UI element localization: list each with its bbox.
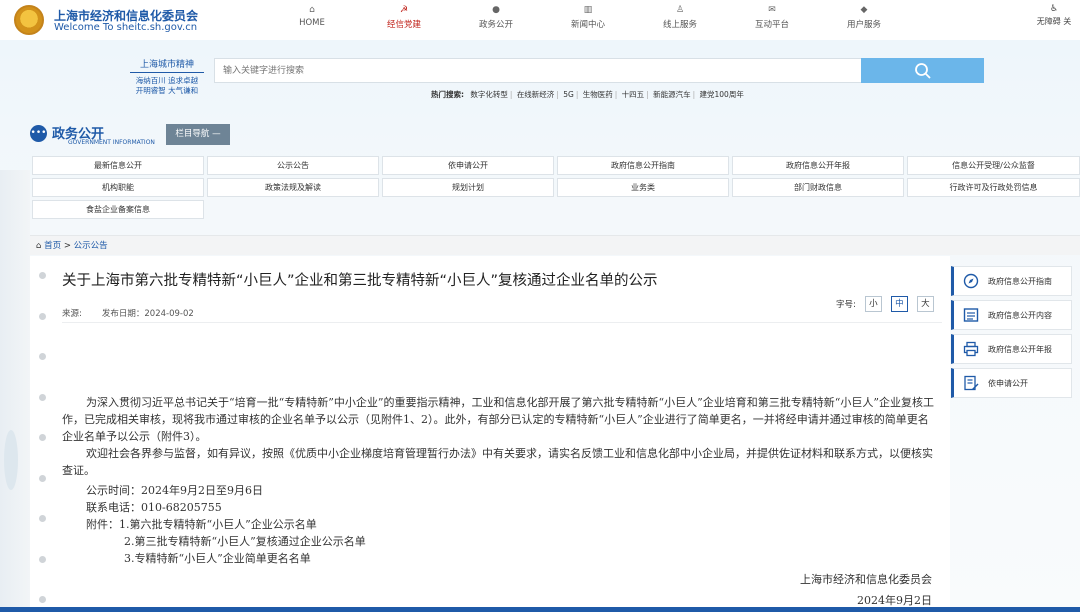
article-source: 来源:: [62, 309, 82, 319]
home-icon: ⌂: [309, 5, 315, 15]
hot-keyword[interactable]: 5G: [563, 90, 574, 99]
grid-link[interactable]: 最新信息公开: [32, 156, 204, 175]
article-date: 发布日期：2024-09-02: [101, 309, 194, 319]
grid-link[interactable]: 公示公告: [207, 156, 379, 175]
signature-date: 2024年9月2日: [857, 594, 932, 607]
rail-dot: [39, 515, 46, 522]
accessibility-icon: ♿: [1049, 4, 1059, 14]
rail-dot: [39, 596, 46, 603]
rail-dot: [39, 434, 46, 441]
hot-keyword[interactable]: 十四五: [622, 90, 645, 99]
hot-keyword[interactable]: 新能源汽车: [653, 90, 691, 99]
divider: [62, 322, 942, 323]
nav-user-service[interactable]: ◆ 用户服务: [818, 0, 910, 40]
nav-interaction[interactable]: ✉ 互动平台: [726, 0, 818, 40]
skyline-decoration: [0, 170, 30, 612]
nav-news[interactable]: ▥ 新闻中心: [542, 0, 634, 40]
nav-party-building[interactable]: ☭ 经信党建: [358, 0, 450, 40]
grid-link[interactable]: 食盐企业备案信息: [32, 200, 204, 219]
search-button[interactable]: [861, 58, 984, 83]
list-icon: [963, 307, 979, 323]
printer-icon: [963, 341, 979, 357]
main-nav: ⌂ HOME ☭ 经信党建 ● 政务公开 ▥ 新闻中心 ♙ 线上服务 ✉ 互动平台 ◆ 用户服…: [266, 0, 910, 40]
site-logo[interactable]: [14, 5, 44, 35]
site-subtitle[interactable]: Welcome To sheitc.sh.gov.cn: [54, 22, 197, 33]
grid-link[interactable]: 政策法规及解读: [207, 178, 379, 197]
font-size-small[interactable]: 小: [864, 296, 882, 312]
contact-phone: 联系电话：010-68205755: [86, 501, 222, 514]
rail-dot: [39, 353, 46, 360]
accessibility-toggle[interactable]: ♿ 无障碍 关: [1028, 0, 1080, 27]
grid-link[interactable]: 依申请公开: [382, 156, 554, 175]
hot-keyword[interactable]: 在线新经济: [517, 90, 555, 99]
signature-org: 上海市经济和信息化委员会: [800, 573, 932, 586]
article-paragraph-2: 欢迎社会各界参与监督，如有异议，按照《优质中小企业梯度培育管理暂行办法》中有关要…: [62, 447, 933, 477]
hot-keyword[interactable]: 数字化转型: [470, 90, 508, 99]
user-service-icon: ♙: [675, 5, 685, 15]
breadcrumb: ⌂ 首页 > 公示公告: [36, 241, 108, 251]
breadcrumb-current[interactable]: 公示公告: [74, 241, 108, 251]
font-size-switcher: 字号: 小 中 大: [836, 296, 934, 312]
sidebar-item-content[interactable]: 政府信息公开内容: [951, 300, 1072, 330]
rail-dot: [39, 556, 46, 563]
grid-link[interactable]: 政府信息公开指南: [557, 156, 729, 175]
nav-gov-affairs[interactable]: ● 政务公开: [450, 0, 542, 40]
compass-icon: [963, 273, 979, 289]
rail-dot: [39, 272, 46, 279]
column-nav-button[interactable]: 栏目导航 —: [166, 124, 230, 145]
article-meta: 来源: 发布日期：2024-09-02: [62, 307, 194, 319]
diamond-icon: ◆: [860, 5, 868, 15]
breadcrumb-home[interactable]: 首页: [44, 241, 61, 251]
breadcrumb-bar: [30, 235, 1080, 255]
grid-link[interactable]: 规划计划: [382, 178, 554, 197]
rail-dot: [39, 475, 46, 482]
article-title: 关于上海市第六批专精特新“小巨人”企业和第三批专精特新“小巨人”复核通过企业名单…: [62, 273, 658, 289]
attachment-2[interactable]: 2.第三批专精特新“小巨人”复核通过企业公示名单: [124, 533, 366, 550]
grid-link[interactable]: 政府信息公开年报: [732, 156, 904, 175]
section-subtitle: GOVERNMENT INFORMATION: [68, 139, 155, 146]
interaction-icon: ✉: [768, 5, 776, 15]
site-header: 上海市经济和信息化委员会 Welcome To sheitc.sh.gov.cn…: [0, 0, 1080, 40]
sidebar-item-annual-report[interactable]: 政府信息公开年报: [951, 334, 1072, 364]
attachment-3[interactable]: 3.专精特新“小巨人”企业简单更名名单: [124, 550, 311, 567]
footer-bar: [0, 607, 1080, 612]
nav-home[interactable]: ⌂ HOME: [266, 0, 358, 40]
article-paragraph-1: 为深入贯彻习近平总书记关于“培育一批“专精特新”中小企业”的重要指示精神，工业和…: [62, 396, 934, 443]
grid-link[interactable]: 机构职能: [32, 178, 204, 197]
rail-dot: [39, 394, 46, 401]
hot-keyword[interactable]: 建党100周年: [700, 90, 744, 99]
grid-link[interactable]: 行政许可及行政处罚信息: [907, 178, 1080, 197]
search-input[interactable]: [214, 58, 862, 83]
grid-link[interactable]: 业务类: [557, 178, 729, 197]
search-icon: [914, 62, 931, 79]
home-icon: ⌂: [36, 241, 42, 251]
form-edit-icon: [963, 375, 979, 391]
hot-search-bar: 热门搜索: 数字化转型 | 在线新经济 | 5G | 生物医药 | 十四五 | 新能源汽车…: [431, 90, 744, 99]
city-slogan: 上海城市精神 海纳百川 追求卓越 开明睿智 大气谦和: [130, 57, 204, 96]
nav-online-service[interactable]: ♙ 线上服务: [634, 0, 726, 40]
attachment-1[interactable]: 附件：1.第六批专精特新“小巨人”企业公示名单: [86, 516, 317, 533]
publicity-time: 公示时间：2024年9月2日至9月6日: [86, 484, 263, 497]
rail-dot: [39, 313, 46, 320]
sidebar-item-guide[interactable]: 政府信息公开指南: [951, 266, 1072, 296]
grid-link[interactable]: 部门财政信息: [732, 178, 904, 197]
party-emblem-icon: ☭: [399, 5, 409, 15]
chat-icon: ●: [492, 5, 500, 15]
hot-keyword[interactable]: 生物医药: [583, 90, 613, 99]
sidebar-item-apply[interactable]: 依申请公开: [951, 368, 1072, 398]
grid-link[interactable]: 信息公开受理/公众监督: [907, 156, 1080, 175]
news-icon: ▥: [583, 5, 593, 15]
gov-info-chat-icon: •••: [30, 125, 47, 142]
font-size-medium[interactable]: 中: [890, 296, 908, 312]
font-size-large[interactable]: 大: [916, 296, 934, 312]
